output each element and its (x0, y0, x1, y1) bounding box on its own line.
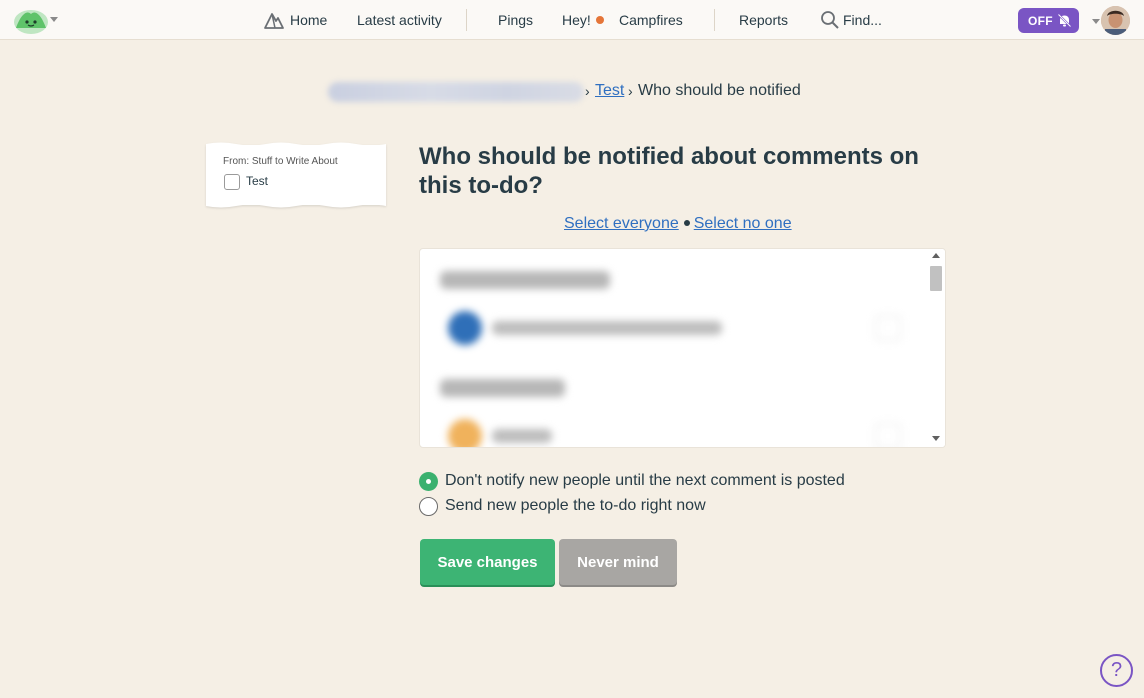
page-title: Who should be notified about comments on… (419, 143, 919, 199)
home-icon[interactable] (263, 10, 285, 30)
select-links: Select everyone Select no one (564, 214, 792, 234)
radio-selected[interactable] (419, 472, 438, 491)
redacted-person-name[interactable] (492, 321, 722, 335)
bell-off-icon (1057, 13, 1072, 28)
bullet-separator (683, 219, 690, 226)
todo-title: Test (246, 174, 269, 188)
people-list-scrollbar[interactable] (928, 249, 945, 447)
todo-checkbox[interactable] (224, 174, 240, 190)
scroll-down-arrow-icon[interactable] (932, 436, 940, 441)
people-picker-list[interactable] (419, 248, 946, 448)
todo-preview-card: From: Stuff to Write About Test (206, 142, 386, 208)
nav-reports[interactable]: Reports (739, 11, 788, 29)
top-navigation: Home Latest activity Pings Hey! Campfire… (0, 0, 1144, 40)
avatar-image-icon (1101, 6, 1130, 35)
option-label: Don't notify new people until the next c… (445, 472, 845, 489)
redacted-person-checkbox[interactable] (875, 423, 901, 447)
search-icon[interactable] (820, 10, 840, 30)
nav-find[interactable]: Find... (843, 11, 882, 29)
nav-divider (714, 9, 715, 31)
todo-list-origin: From: Stuff to Write About (223, 156, 338, 167)
redacted-person-avatar (448, 311, 482, 345)
redacted-person-avatar (448, 419, 482, 447)
breadcrumb-separator: › (585, 83, 590, 99)
torn-edge-top (206, 142, 386, 147)
option-label: Send new people the to-do right now (445, 497, 706, 514)
avatar[interactable] (1101, 6, 1130, 35)
nav-divider (466, 9, 467, 31)
basecamp-logo-icon[interactable] (13, 6, 49, 34)
breadcrumb-project-redacted[interactable] (328, 82, 584, 102)
breadcrumb-current: Who should be notified (638, 82, 801, 99)
off-toggle-label: OFF (1028, 14, 1053, 28)
avatar-dropdown-caret-icon[interactable] (1092, 19, 1100, 24)
redacted-person-checkbox[interactable] (875, 315, 901, 341)
breadcrumb-separator: › (628, 83, 633, 99)
redacted-person-name[interactable] (492, 429, 552, 443)
breadcrumb-link-test[interactable]: Test (595, 80, 624, 102)
notifications-off-toggle[interactable]: OFF (1018, 8, 1079, 33)
scroll-thumb[interactable] (930, 266, 942, 291)
torn-edge-bottom (206, 203, 386, 208)
nav-hey[interactable]: Hey! (562, 11, 591, 29)
radio-unselected[interactable] (419, 497, 438, 516)
nav-pings[interactable]: Pings (498, 11, 533, 29)
logo-dropdown-caret-icon[interactable] (50, 17, 58, 22)
nav-home[interactable]: Home (290, 11, 327, 29)
scroll-up-arrow-icon[interactable] (932, 253, 940, 258)
help-button[interactable]: ? (1100, 654, 1133, 687)
select-no-one-link[interactable]: Select no one (694, 215, 792, 232)
never-mind-button[interactable]: Never mind (559, 539, 677, 585)
redacted-group-heading (440, 379, 565, 397)
redacted-group-heading (440, 271, 610, 289)
nav-campfires[interactable]: Campfires (619, 11, 683, 29)
hey-notification-dot (596, 16, 604, 24)
save-changes-button[interactable]: Save changes (420, 539, 555, 585)
nav-latest-activity[interactable]: Latest activity (357, 11, 442, 29)
select-everyone-link[interactable]: Select everyone (564, 215, 679, 232)
